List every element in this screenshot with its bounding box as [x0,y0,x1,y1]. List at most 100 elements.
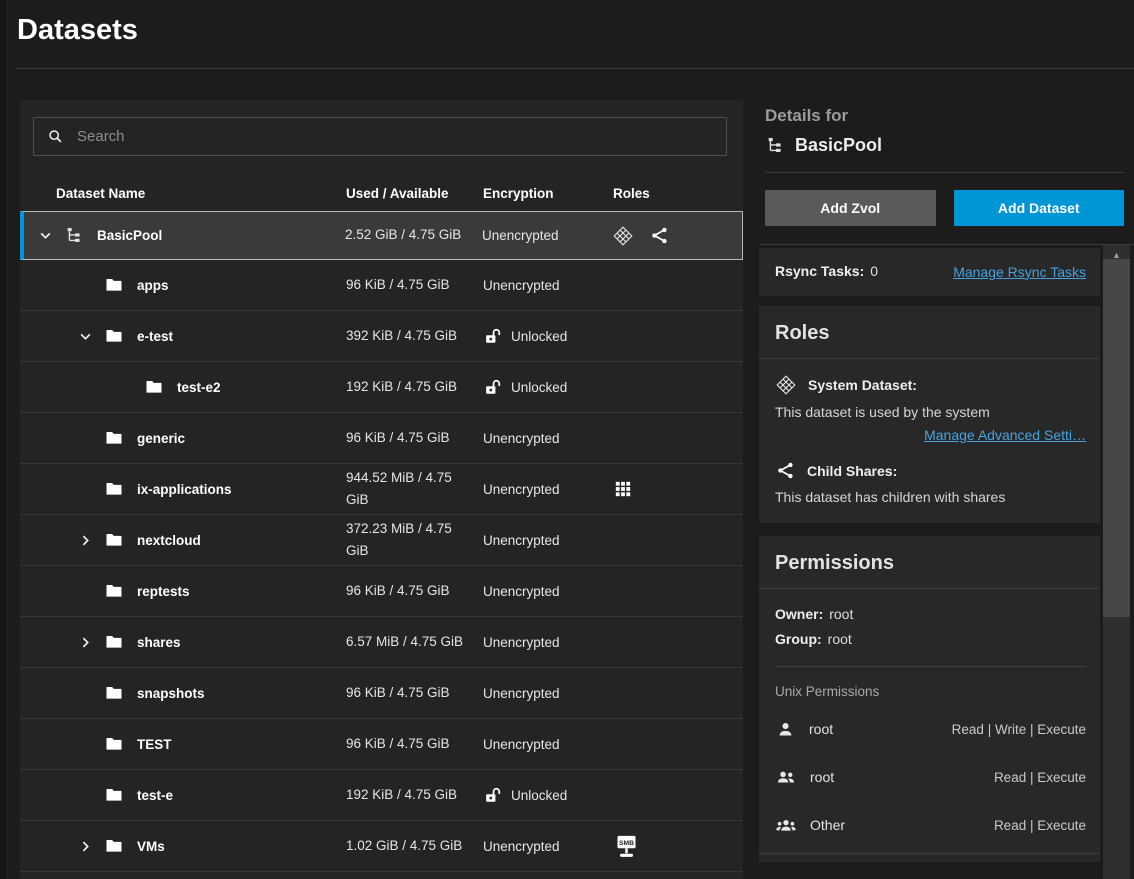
folder-icon [104,479,128,499]
dataset-name: reptests [137,584,190,599]
column-encryption: Encryption [483,186,613,201]
encryption-status: Unencrypted [483,635,613,650]
datasets-page: Datasets Dataset Name Used / Available E… [0,0,1134,879]
role-item-system-dataset: System Dataset: [775,374,1086,396]
dataset-row[interactable]: BasicPool 2.52 GiB / 4.75 GiBUnencrypted [20,211,743,260]
table-body: BasicPool2.52 GiB / 4.75 GiBUnencrypteda… [20,211,743,879]
chevron-down-icon[interactable] [76,327,95,346]
encryption-status: Unencrypted [483,737,613,752]
manage-rsync-tasks-link[interactable]: Manage Rsync Tasks [953,264,1086,280]
chevron-down-icon[interactable] [36,226,55,245]
used-available: 192 KiB / 4.75 GiB [346,376,483,398]
used-available: 392 KiB / 4.75 GiB [346,325,483,347]
folder-icon [104,275,128,295]
folder-icon [104,530,128,550]
dataset-name: nextcloud [137,533,201,548]
scrollbar-up-arrow[interactable]: ▲ [1103,245,1130,259]
details-scrollbar[interactable]: ▲ [1103,245,1130,879]
folder-icon [104,326,128,346]
permissions-bottom-divider [759,853,1100,854]
role-description: This dataset has children with shares [775,489,1086,505]
used-available: 1.02 GiB / 4.75 GiB [346,835,483,857]
role-title: System Dataset: [808,377,917,393]
apps-icon [613,479,633,499]
unix-permissions-title: Unix Permissions [775,684,1086,699]
folder-icon [144,377,168,397]
permissions-divider [759,588,1100,589]
used-available: 96 KiB / 4.75 GiB [346,274,483,296]
nav-edge-strip [0,0,8,879]
encryption-status: Unlocked [483,326,613,347]
dataset-name: BasicPool [97,228,162,243]
search-input[interactable] [77,128,714,145]
dataset-name: snapshots [137,686,205,701]
encryption-status: Unlocked [483,377,613,398]
dataset-name: e-test [137,329,173,344]
chevron-right-icon[interactable] [76,633,95,652]
dataset-name: ix-applications [137,482,232,497]
group-row: Group:root [775,631,1086,647]
folder-icon [104,581,128,601]
dataset-row[interactable]: ix-applications944.52 MiB / 4.75 GiBUnen… [20,464,743,515]
add-dataset-button[interactable]: Add Dataset [954,190,1125,226]
used-available: 96 KiB / 4.75 GiB [346,733,483,755]
encryption-status: Unencrypted [483,533,613,548]
used-available: 192 KiB / 4.75 GiB [346,784,483,806]
encryption-status: Unencrypted [483,686,613,701]
permission-name: root [810,769,834,785]
chevron-right-icon[interactable] [76,531,95,550]
rsync-tasks-label: Rsync Tasks: [775,263,864,279]
unix-permission-entry: rootRead | Write | Execute [775,705,1086,753]
lock-open-icon [483,377,504,398]
column-used-available: Used / Available [346,186,483,201]
roles-cell: SMB [613,833,727,860]
folder-icon [104,683,128,703]
roles-divider [759,358,1100,359]
owner-value: root [829,606,853,622]
scrollbar-thumb[interactable] [1103,259,1130,617]
encryption-status: Unencrypted [483,278,613,293]
used-available: 6.57 MiB / 4.75 GiB [346,631,483,653]
unix-permission-entry: root Read | Execute [775,753,1086,801]
dataset-row[interactable]: nextcloud 372.23 MiB / 4.75 GiBUnencrypte… [20,515,743,566]
dataset-row[interactable]: snapshots 96 KiB / 4.75 GiBUnencrypted [20,668,743,719]
dataset-row[interactable]: shares 6.57 MiB / 4.75 GiBUnencrypted [20,617,743,668]
used-available: 2.52 GiB / 4.75 GiB [345,224,482,246]
dataset-row[interactable]: TEST 96 KiB / 4.75 GiBUnencrypted [20,719,743,770]
column-dataset-name: Dataset Name [56,186,346,201]
dataset-row[interactable]: apps96 KiB / 4.75 GiBUnencrypted [20,260,743,311]
manage-advanced-settings-link[interactable]: Manage Advanced Setti… [924,427,1086,443]
column-roles: Roles [613,186,727,201]
encryption-status: Unencrypted [482,228,612,243]
used-available: 372.23 MiB / 4.75 GiB [346,518,483,563]
datasets-table-panel: Dataset Name Used / Available Encryption… [20,100,743,879]
dataset-icon [64,225,88,246]
encryption-status: Unlocked [483,785,613,806]
folder-icon [104,428,128,448]
system-dataset-icon [612,225,634,247]
dataset-name: test-e2 [177,380,221,395]
dataset-name: TEST [137,737,172,752]
dataset-row[interactable]: reptests96 KiB / 4.75 GiBUnencrypted [20,566,743,617]
permission-name: Other [810,817,845,833]
chevron-right-icon[interactable] [76,837,95,856]
dataset-row[interactable]: generic96 KiB / 4.75 GiBUnencrypted [20,413,743,464]
roles-card: Roles System Dataset: This dataset is us… [759,306,1100,523]
add-zvol-button[interactable]: Add Zvol [765,190,936,226]
dataset-name: shares [137,635,181,650]
group-value: root [828,631,852,647]
table-header-row: Dataset Name Used / Available Encryption… [20,175,743,211]
title-divider [17,68,1134,69]
dataset-row[interactable]: test-e192 KiB / 4.75 GiBUnlocked [20,770,743,821]
permission-values: Read | Execute [994,770,1086,785]
folder-icon [104,632,128,652]
search-icon [46,127,65,146]
dataset-row[interactable]: VMs1.02 GiB / 4.75 GiBUnencryptedSMB [20,821,743,872]
dataset-row[interactable]: e-test 392 KiB / 4.75 GiBUnlocked [20,311,743,362]
permission-values: Read | Write | Execute [952,722,1086,737]
unix-permissions-list: rootRead | Write | Execute root Read | Exe… [775,705,1086,849]
used-available: 96 KiB / 4.75 GiB [346,682,483,704]
dataset-row[interactable]: test-e2 192 KiB / 4.75 GiBUnlocked [20,362,743,413]
dataset-name: generic [137,431,185,446]
owner-label: Owner: [775,606,823,622]
